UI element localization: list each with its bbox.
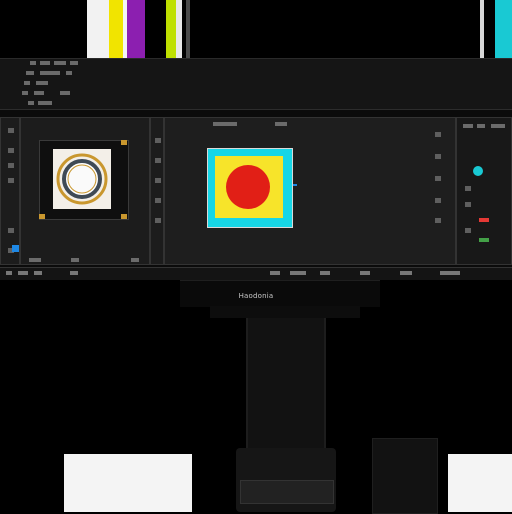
status-red-icon	[479, 218, 489, 222]
preview-image[interactable]	[53, 149, 111, 209]
desk-box-right	[448, 454, 512, 512]
canvas-artboard[interactable]	[207, 148, 293, 228]
tool-icon[interactable]	[8, 148, 14, 153]
handle-icon[interactable]	[121, 214, 127, 219]
monitor-screen	[0, 58, 512, 280]
left-toolbar	[0, 117, 20, 265]
tool-icon[interactable]	[155, 218, 161, 223]
panel-tab[interactable]	[463, 124, 473, 128]
color-bar-cyan	[495, 0, 512, 60]
desk-box-dark	[372, 438, 438, 514]
panel-tab[interactable]	[491, 124, 505, 128]
canvas-control[interactable]	[213, 122, 237, 126]
status-green-icon	[479, 238, 489, 242]
status-bar	[0, 267, 512, 280]
color-bar-yellow	[109, 0, 123, 60]
ring-icon	[56, 153, 108, 205]
tool-icon[interactable]	[435, 198, 441, 203]
tool-icon[interactable]	[435, 132, 441, 137]
tool-icon[interactable]	[8, 163, 14, 168]
color-bar-gray	[186, 0, 190, 60]
tool-icon[interactable]	[155, 178, 161, 183]
color-bar-white-4	[480, 0, 484, 60]
panel-tab[interactable]	[477, 124, 485, 128]
tool-icon[interactable]	[155, 158, 161, 163]
tool-icon[interactable]	[8, 128, 14, 133]
layer-icon[interactable]	[465, 228, 471, 233]
panel-control[interactable]	[29, 258, 41, 262]
tool-icon[interactable]	[155, 198, 161, 203]
tool-icon[interactable]	[435, 218, 441, 223]
canvas-control[interactable]	[275, 122, 287, 126]
color-bar-white-3	[176, 0, 182, 60]
timeline-row[interactable]	[0, 99, 512, 110]
color-bar-purple	[127, 0, 145, 60]
preview-panel	[20, 117, 150, 265]
stand-shadow	[210, 306, 360, 318]
color-bar-lime	[166, 0, 176, 60]
tool-icon[interactable]	[435, 154, 441, 159]
stand-neck	[246, 318, 326, 448]
tool-column	[150, 117, 164, 265]
brand-label: Haodonia	[238, 292, 274, 300]
tool-icon[interactable]	[8, 228, 14, 233]
stand-foot	[240, 480, 334, 504]
panel-control[interactable]	[71, 258, 79, 262]
monitor-bezel	[180, 280, 380, 307]
tool-icon[interactable]	[8, 178, 14, 183]
canvas-red-circle[interactable]	[226, 165, 270, 209]
panel-control[interactable]	[131, 258, 139, 262]
main-canvas-panel	[164, 117, 456, 265]
tool-icon[interactable]	[155, 138, 161, 143]
desk-box-left	[64, 454, 192, 512]
tool-icon[interactable]	[435, 176, 441, 181]
properties-panel	[456, 117, 512, 265]
slider-icon[interactable]	[465, 202, 471, 207]
canvas-marker	[293, 184, 297, 186]
handle-icon[interactable]	[39, 214, 45, 219]
color-swatch-icon[interactable]	[473, 166, 483, 176]
slider-icon[interactable]	[465, 186, 471, 191]
handle-icon[interactable]	[121, 140, 127, 145]
active-tool-icon[interactable]	[12, 245, 19, 252]
